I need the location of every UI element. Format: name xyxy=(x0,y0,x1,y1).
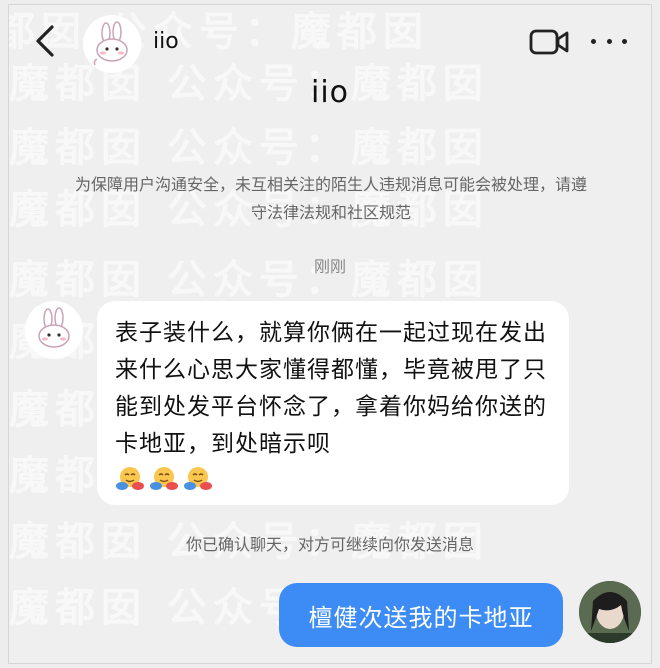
outgoing-message-text: 檀健次送我的卡地亚 xyxy=(308,603,534,632)
self-avatar[interactable] xyxy=(579,581,641,643)
sender-avatar[interactable] xyxy=(25,301,83,359)
contact-name[interactable]: iio xyxy=(153,29,179,54)
video-call-icon xyxy=(529,29,569,55)
profile-name: iio xyxy=(310,75,350,110)
incoming-message-bubble[interactable]: 表子装什么，就算你俩在一起过现在发出来什么心思大家懂得都懂，毕竟被甩了只能到处发… xyxy=(97,301,569,505)
top-bar: iio xyxy=(9,5,651,81)
hug-face-emoji-icon xyxy=(184,467,212,490)
more-button[interactable] xyxy=(591,31,627,51)
hug-face-emoji-icon xyxy=(116,467,144,490)
back-button[interactable] xyxy=(27,23,63,59)
video-call-button[interactable] xyxy=(529,27,569,57)
safety-notice: 为保障用户沟通安全，未互相关注的陌生人违规消息可能会被处理，请遵守法律法规和社区… xyxy=(74,175,587,222)
hug-face-emoji-icon xyxy=(150,467,178,490)
more-dots-icon xyxy=(591,38,596,44)
bunny-avatar-icon xyxy=(38,307,70,348)
incoming-message-text: 表子装什么，就算你俩在一起过现在发出来什么心思大家懂得都懂，毕竟被甩了只能到处发… xyxy=(115,320,547,457)
user-photo-avatar-icon xyxy=(579,581,641,643)
watermark-text: 魔都囡 公众号：魔都囡 xyxy=(9,125,489,171)
more-dots-icon xyxy=(622,38,627,44)
chevron-left-icon xyxy=(36,25,54,57)
outgoing-message-bubble[interactable]: 檀健次送我的卡地亚 xyxy=(279,583,563,647)
emoji-row xyxy=(115,465,551,491)
chat-window: 魔都囡 公众号：魔都囡 魔都囡 公众号：魔都囡 魔都囡 公众号：魔都囡 魔都囡 … xyxy=(8,4,652,664)
more-dots-icon xyxy=(606,38,612,44)
contact-avatar[interactable] xyxy=(83,15,141,73)
chat-confirm-notice: 你已确认聊天，对方可继续向你发送消息 xyxy=(185,535,474,554)
message-timestamp: 刚刚 xyxy=(313,257,346,276)
bunny-avatar-icon xyxy=(93,21,128,66)
